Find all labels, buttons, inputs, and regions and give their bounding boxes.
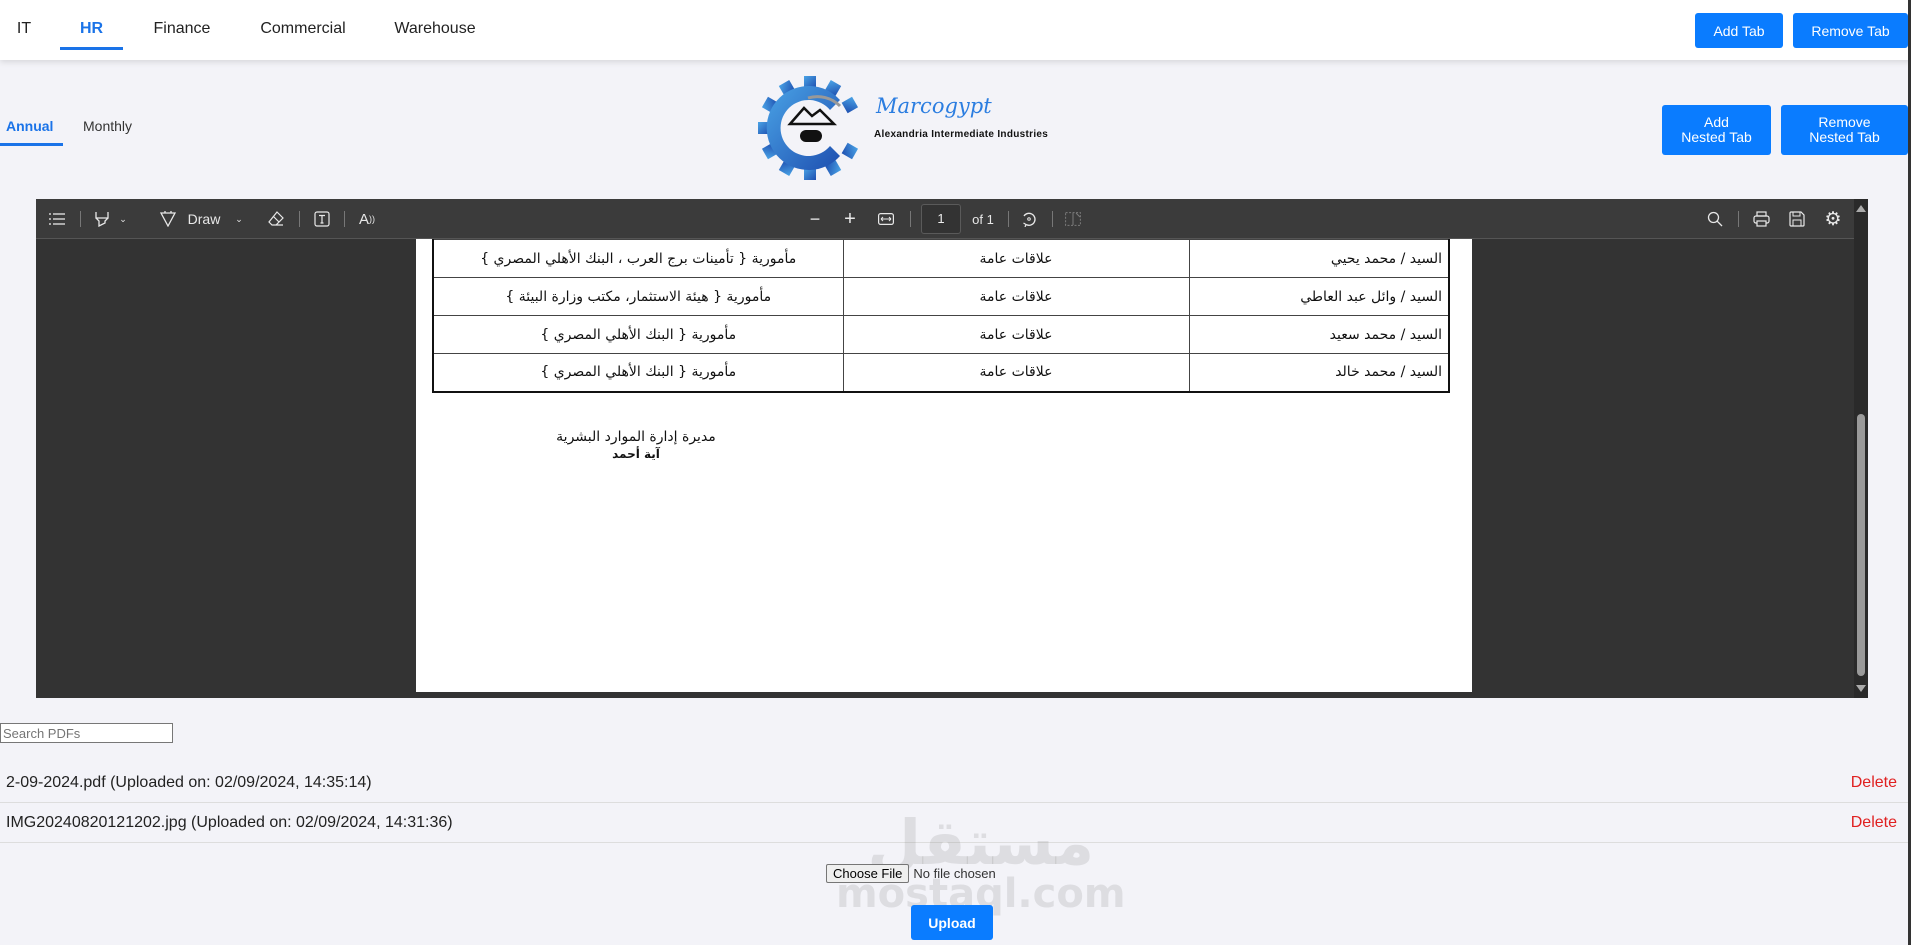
search-pdfs-input[interactable] xyxy=(0,723,173,743)
toolbar-separator xyxy=(80,211,81,227)
rotate-icon[interactable] xyxy=(1016,199,1042,239)
read-aloud-icon[interactable]: A)) xyxy=(354,199,380,239)
tab-it[interactable]: IT xyxy=(14,0,34,50)
file-chooser: Choose File No file chosen xyxy=(826,864,996,883)
delete-button[interactable]: Delete xyxy=(1851,814,1897,832)
text-box-icon[interactable] xyxy=(310,199,334,239)
add-nested-tab-button[interactable]: Add Nested Tab xyxy=(1662,105,1771,155)
nested-tab-monthly[interactable]: Monthly xyxy=(83,118,143,146)
department: علاقات عامة xyxy=(842,239,1190,278)
list-icon[interactable] xyxy=(44,199,70,239)
zoom-out-button[interactable]: − xyxy=(803,199,827,239)
tab-finance[interactable]: Finance xyxy=(150,0,214,50)
toolbar-separator xyxy=(1008,211,1009,227)
eraser-icon[interactable] xyxy=(264,199,288,239)
top-tab-bar: IT HR Finance Commercial Warehouse Add T… xyxy=(0,0,1911,60)
employee-name: السيد / محمد يحيي xyxy=(1188,239,1450,278)
highlight-dropdown-chevron-icon[interactable]: ⌄ xyxy=(116,199,130,239)
toolbar-separator xyxy=(344,211,345,227)
draw-button[interactable]: Draw xyxy=(186,199,222,239)
gear-logo-icon xyxy=(758,76,859,180)
toolbar-separator xyxy=(910,211,911,227)
add-nested-tab-label-1: Add xyxy=(1704,114,1729,130)
toolbar-separator xyxy=(1052,211,1053,227)
pdf-page: السيد / محمد يحيي علاقات عامة مأمورية { … xyxy=(416,239,1472,692)
zoom-in-button[interactable]: + xyxy=(838,199,862,239)
choose-file-button[interactable]: Choose File xyxy=(826,864,910,883)
department: علاقات عامة xyxy=(842,353,1190,392)
delete-button[interactable]: Delete xyxy=(1851,774,1897,792)
watermark: مستقل mostaql.com xyxy=(836,812,1126,915)
logo-brand: Marcogypt xyxy=(876,94,992,118)
scroll-up-arrow-icon[interactable] xyxy=(1856,205,1866,212)
assignment: مأمورية { تأمينات برج العرب ، البنك الأه… xyxy=(432,239,844,278)
search-icon[interactable] xyxy=(1702,199,1728,239)
upload-button[interactable]: Upload xyxy=(911,905,993,940)
page-view-icon[interactable] xyxy=(1060,199,1086,239)
file-list-item: 2-09-2024.pdf (Uploaded on: 02/09/2024, … xyxy=(0,763,1911,803)
tab-hr[interactable]: HR xyxy=(60,0,123,50)
no-file-chosen-label: No file chosen xyxy=(913,866,996,881)
toolbar-separator xyxy=(299,211,300,227)
page-number-input[interactable]: 1 xyxy=(921,204,961,234)
table-row: السيد / محمد سعيد علاقات عامة مأمورية { … xyxy=(432,315,1450,354)
signature-block: مديرة إدارة الموارد البشرية آية أحمد xyxy=(536,429,736,461)
table-row: السيد / محمد خالد علاقات عامة مأمورية { … xyxy=(432,353,1450,392)
toolbar-separator xyxy=(1738,211,1739,227)
fit-width-icon[interactable] xyxy=(874,199,898,239)
pdf-toolbar: ⌄ Draw ⌄ A)) − + 1 of 1 ⚙ xyxy=(36,199,1854,239)
department: علاقات عامة xyxy=(842,315,1190,354)
scrollbar-thumb[interactable] xyxy=(1857,414,1865,676)
department: علاقات عامة xyxy=(842,277,1190,316)
tab-commercial[interactable]: Commercial xyxy=(258,0,348,50)
file-name[interactable]: 2-09-2024.pdf (Uploaded on: 02/09/2024, … xyxy=(6,774,372,792)
pdf-scrollbar[interactable] xyxy=(1854,199,1868,698)
assignment: مأمورية { هيئة الاستثمار، مكتب وزارة الب… xyxy=(432,277,844,316)
page-total-label: of 1 xyxy=(972,211,994,227)
assignment: مأمورية { البنك الأهلي المصري } xyxy=(432,315,844,354)
signature-title: مديرة إدارة الموارد البشرية xyxy=(556,429,716,445)
remove-tab-button[interactable]: Remove Tab xyxy=(1793,13,1908,48)
assignment-table: السيد / محمد يحيي علاقات عامة مأمورية { … xyxy=(432,239,1450,393)
signature-name: آية أحمد xyxy=(612,447,660,461)
nested-tab-annual[interactable]: Annual xyxy=(0,118,63,146)
gear-icon[interactable]: ⚙ xyxy=(1820,199,1846,239)
tab-warehouse[interactable]: Warehouse xyxy=(392,0,478,50)
table-row: السيد / وائل عبد العاطي علاقات عامة مأمو… xyxy=(432,277,1450,316)
remove-nested-tab-button[interactable]: Remove Nested Tab xyxy=(1781,105,1908,155)
remove-nested-tab-label-1: Remove xyxy=(1818,114,1871,130)
employee-name: السيد / محمد سعيد xyxy=(1188,315,1450,354)
scroll-down-arrow-icon[interactable] xyxy=(1856,685,1866,692)
employee-name: السيد / وائل عبد العاطي xyxy=(1188,277,1450,316)
file-name[interactable]: IMG20240820121202.jpg (Uploaded on: 02/0… xyxy=(6,814,453,832)
company-logo: Marcogypt Alexandria Intermediate Indust… xyxy=(748,76,1068,181)
remove-nested-tab-label-2: Nested Tab xyxy=(1809,129,1880,145)
save-icon[interactable] xyxy=(1784,199,1810,239)
employee-name: السيد / محمد خالد xyxy=(1188,353,1450,392)
table-row: السيد / محمد يحيي علاقات عامة مأمورية { … xyxy=(432,239,1450,278)
add-nested-tab-label-2: Nested Tab xyxy=(1681,129,1752,145)
draw-icon[interactable] xyxy=(156,199,180,239)
logo-subtitle: Alexandria Intermediate Industries xyxy=(874,129,1049,140)
highlighter-icon[interactable] xyxy=(90,199,114,239)
print-icon[interactable] xyxy=(1748,199,1774,239)
add-tab-button[interactable]: Add Tab xyxy=(1695,13,1783,48)
draw-dropdown-chevron-icon[interactable]: ⌄ xyxy=(232,199,246,239)
assignment: مأمورية { البنك الأهلي المصري } xyxy=(432,353,844,392)
pdf-viewer: ⌄ Draw ⌄ A)) − + 1 of 1 ⚙ السيد / محمد ي… xyxy=(36,199,1868,698)
